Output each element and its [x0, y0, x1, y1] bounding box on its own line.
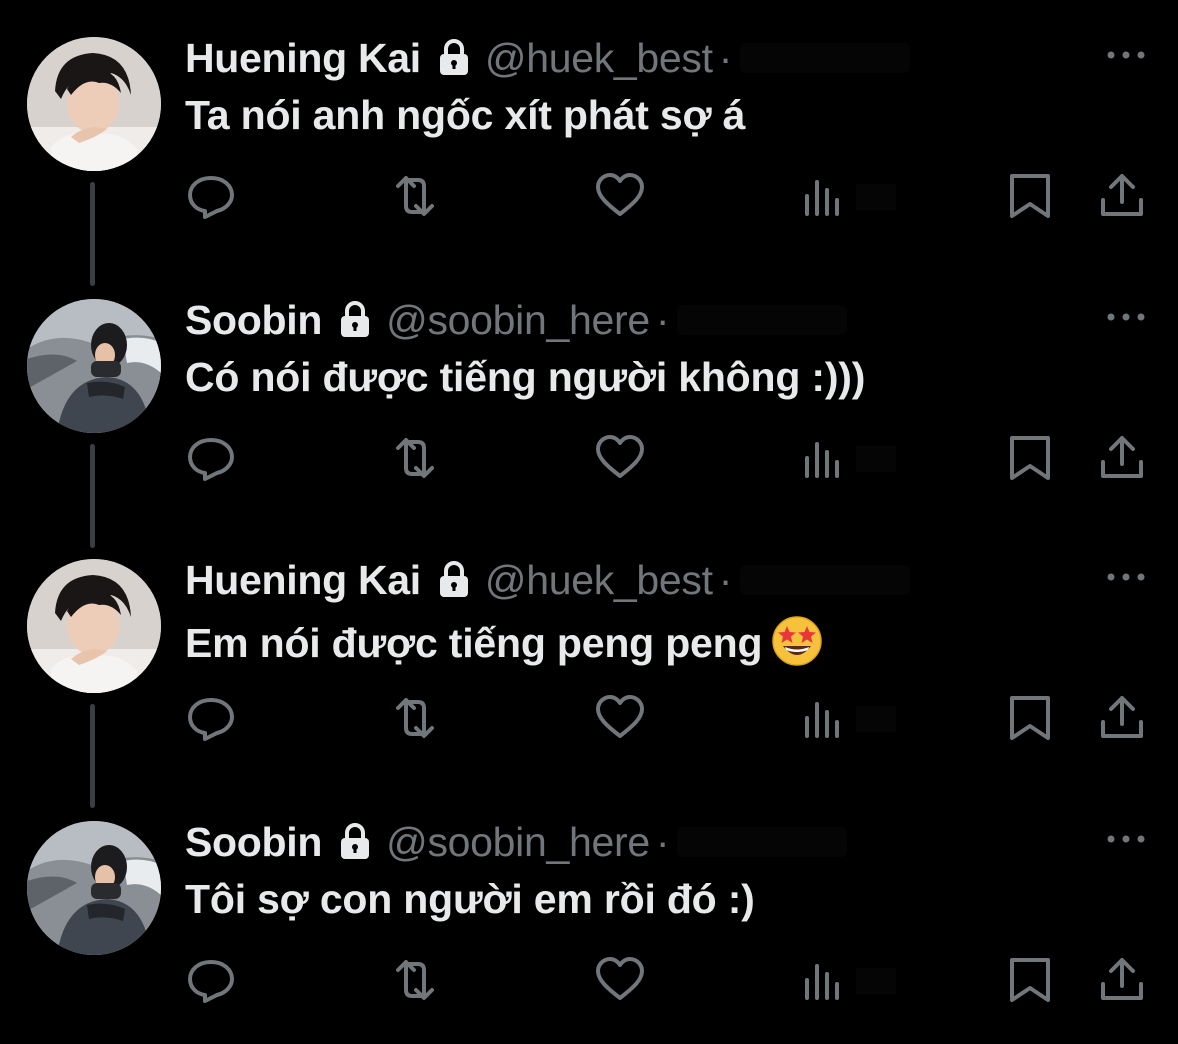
conversation-thread: Huening Kai @huek_best · Ta nói anh ngốc…: [0, 0, 1178, 1014]
heart-icon[interactable]: [593, 694, 647, 742]
redacted-view-count: [856, 968, 896, 994]
tweet-text: Em nói được tiếng peng peng: [185, 620, 763, 666]
tweet[interactable]: Soobin @soobin_here · Có nói được tiếng …: [0, 262, 1178, 548]
retweet-icon[interactable]: [388, 172, 442, 220]
tweet-header: Huening Kai @huek_best ·: [185, 34, 911, 82]
bookmark-icon[interactable]: [1003, 694, 1057, 742]
redacted-timestamp: [740, 565, 911, 595]
tweet[interactable]: Soobin @soobin_here · Tôi sợ con người e…: [0, 784, 1178, 1044]
separator-dot: ·: [718, 556, 733, 603]
lock-icon: [338, 822, 372, 862]
heart-icon[interactable]: [593, 172, 647, 220]
redacted-view-count: [856, 184, 896, 210]
lock-icon: [437, 560, 471, 600]
share-icon[interactable]: [1095, 172, 1149, 220]
avatar[interactable]: [27, 37, 161, 171]
lock-icon: [338, 300, 372, 340]
reply-icon[interactable]: [184, 434, 238, 482]
heart-icon[interactable]: [593, 956, 647, 1004]
views-icon[interactable]: [799, 694, 853, 742]
username-handle[interactable]: @soobin_here: [386, 297, 650, 344]
username-handle[interactable]: @soobin_here: [386, 819, 650, 866]
display-name[interactable]: Huening Kai: [185, 557, 421, 604]
tweet-text: Có nói được tiếng người không :))): [185, 354, 866, 400]
tweet-text: Tôi sợ con người em rồi đó :): [185, 876, 755, 922]
redacted-view-count: [856, 706, 896, 732]
views-icon[interactable]: [799, 434, 853, 482]
lock-icon: [437, 38, 471, 78]
more-icon[interactable]: [1102, 564, 1150, 590]
star-struck-emoji-icon: [770, 614, 824, 668]
retweet-icon[interactable]: [388, 694, 442, 742]
separator-dot: ·: [655, 818, 670, 865]
avatar[interactable]: [27, 821, 161, 955]
more-icon[interactable]: [1102, 304, 1150, 330]
retweet-icon[interactable]: [388, 956, 442, 1004]
reply-icon[interactable]: [184, 172, 238, 220]
tweet[interactable]: Huening Kai @huek_best · Em nói được tiế…: [0, 522, 1178, 808]
avatar[interactable]: [27, 299, 161, 433]
retweet-icon[interactable]: [388, 434, 442, 482]
tweet-text-container: Em nói được tiếng peng peng: [185, 614, 824, 668]
separator-dot: ·: [655, 296, 670, 343]
bookmark-icon[interactable]: [1003, 172, 1057, 220]
username-handle[interactable]: @huek_best: [485, 557, 713, 604]
display-name[interactable]: Soobin: [185, 297, 322, 344]
more-icon[interactable]: [1102, 826, 1150, 852]
tweet-text: Ta nói anh ngốc xít phát sợ á: [185, 92, 746, 138]
heart-icon[interactable]: [593, 434, 647, 482]
redacted-timestamp: [677, 827, 848, 857]
tweet-header: Soobin @soobin_here ·: [185, 296, 848, 344]
bookmark-icon[interactable]: [1003, 956, 1057, 1004]
share-icon[interactable]: [1095, 956, 1149, 1004]
redacted-timestamp: [677, 305, 848, 335]
reply-icon[interactable]: [184, 694, 238, 742]
bookmark-icon[interactable]: [1003, 434, 1057, 482]
reply-icon[interactable]: [184, 956, 238, 1004]
username-handle[interactable]: @huek_best: [485, 35, 713, 82]
tweet-header: Huening Kai @huek_best ·: [185, 556, 911, 604]
views-icon[interactable]: [799, 956, 853, 1004]
tweet-header: Soobin @soobin_here ·: [185, 818, 848, 866]
views-icon[interactable]: [799, 172, 853, 220]
share-icon[interactable]: [1095, 434, 1149, 482]
redacted-view-count: [856, 446, 896, 472]
redacted-timestamp: [740, 43, 911, 73]
share-icon[interactable]: [1095, 694, 1149, 742]
separator-dot: ·: [718, 34, 733, 81]
more-icon[interactable]: [1102, 42, 1150, 68]
display-name[interactable]: Huening Kai: [185, 35, 421, 82]
avatar[interactable]: [27, 559, 161, 693]
display-name[interactable]: Soobin: [185, 819, 322, 866]
tweet[interactable]: Huening Kai @huek_best · Ta nói anh ngốc…: [0, 0, 1178, 286]
